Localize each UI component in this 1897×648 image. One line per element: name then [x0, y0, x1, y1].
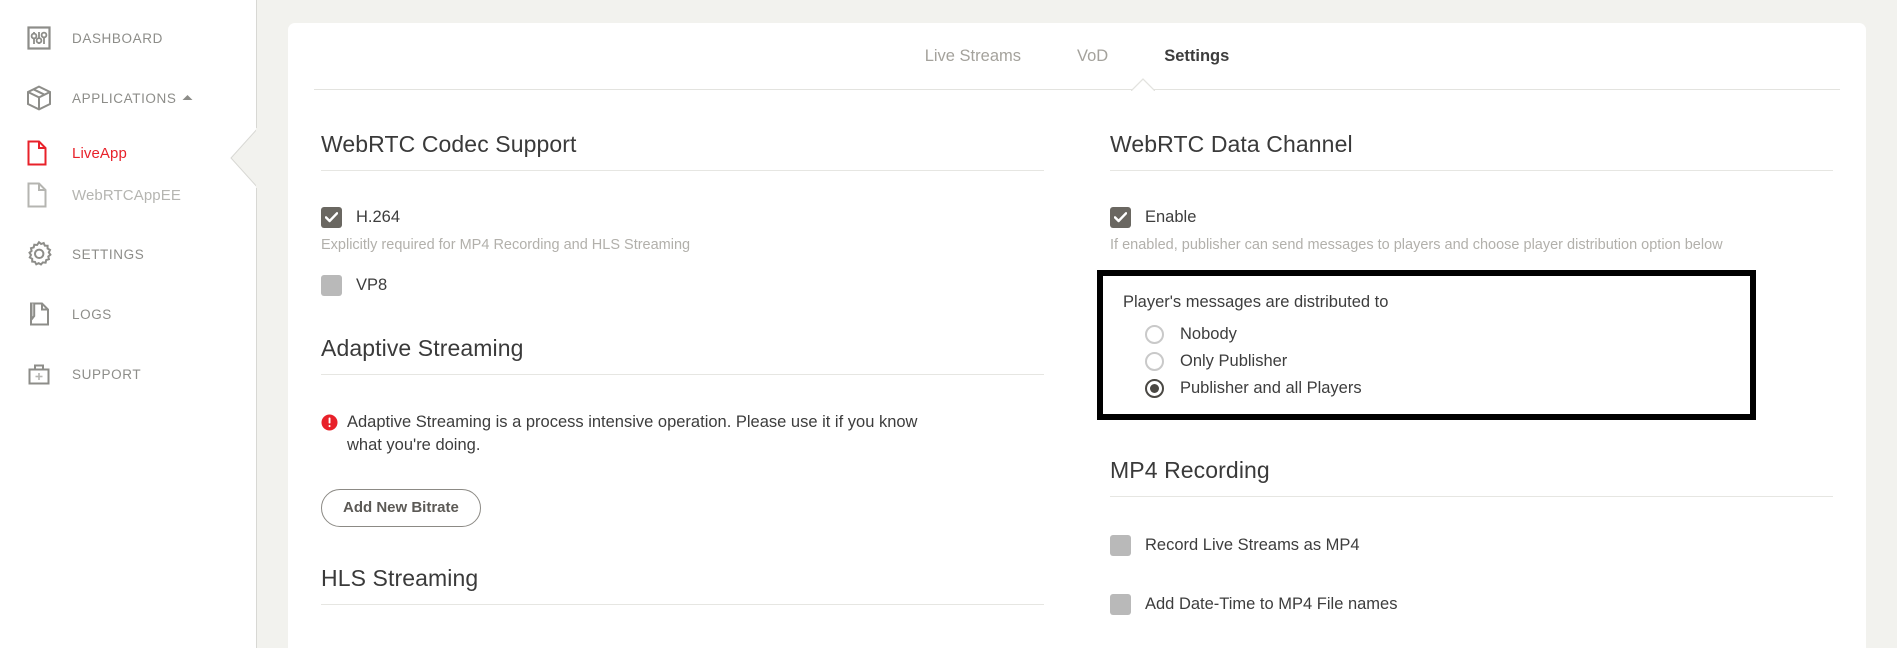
sliders-icon	[22, 21, 56, 55]
tab-settings[interactable]: Settings	[1162, 41, 1231, 72]
tab-bar: Live Streams VoD Settings	[288, 23, 1866, 89]
enable-data-channel-checkbox[interactable]	[1110, 207, 1131, 228]
log-file-icon	[22, 297, 56, 331]
sidebar-item-support[interactable]: SUPPORT	[0, 344, 256, 404]
sidebar-item-label: SUPPORT	[72, 366, 142, 382]
nobody-radio[interactable]	[1145, 325, 1164, 344]
left-column: WebRTC Codec Support H.264 Explicitly re…	[288, 90, 1077, 615]
sidebar-item-label: APPLICATIONS	[72, 90, 177, 106]
record-live-streams-label: Record Live Streams as MP4	[1145, 536, 1360, 554]
player-distribution-label: Player's messages are distributed to	[1123, 293, 1389, 311]
chevron-up-icon[interactable]	[181, 89, 194, 107]
sidebar-item-label: LiveApp	[72, 144, 127, 162]
add-datetime-label: Add Date-Time to MP4 File names	[1145, 595, 1398, 613]
sidebar-item-label: DASHBOARD	[72, 30, 163, 46]
section-title-hls-streaming: HLS Streaming	[321, 564, 479, 591]
add-new-bitrate-button[interactable]: Add New Bitrate	[321, 488, 481, 527]
checkbox-row-add-datetime[interactable]: Add Date-Time to MP4 File names	[1110, 594, 1833, 615]
sidebar-item-dashboard[interactable]: DASHBOARD	[0, 8, 256, 68]
only-publisher-radio[interactable]	[1145, 352, 1164, 371]
divider	[321, 374, 1044, 375]
publisher-and-all-players-label: Publisher and all Players	[1180, 379, 1362, 397]
error-circle-icon	[321, 414, 339, 457]
divider	[1110, 496, 1833, 497]
settings-columns: WebRTC Codec Support H.264 Explicitly re…	[288, 90, 1866, 615]
radio-row-only-publisher[interactable]: Only Publisher	[1145, 352, 1750, 371]
sidebar-item-liveapp[interactable]: LiveApp	[0, 132, 256, 174]
h264-hint: Explicitly required for MP4 Recording an…	[321, 237, 691, 253]
file-icon	[22, 182, 52, 208]
divider	[321, 603, 1044, 605]
adaptive-warning: Adaptive Streaming is a process intensiv…	[321, 411, 921, 457]
record-live-streams-checkbox[interactable]	[1110, 535, 1131, 556]
enable-data-channel-hint: If enabled, publisher can send messages …	[1110, 237, 1723, 253]
box-icon	[22, 81, 56, 115]
checkbox-row-enable[interactable]: Enable	[1110, 207, 1833, 228]
section-title-webrtc-data-channel: WebRTC Data Channel	[1110, 131, 1353, 157]
sidebar-item-logs[interactable]: LOGS	[0, 284, 256, 344]
sidebar-item-applications[interactable]: APPLICATIONS	[0, 68, 256, 128]
only-publisher-label: Only Publisher	[1180, 352, 1288, 370]
gear-icon	[22, 237, 56, 271]
app-root: DASHBOARD APPLICATIONS LiveApp WebRTCApp…	[0, 0, 1897, 648]
enable-data-channel-label: Enable	[1145, 208, 1197, 226]
content-card: Live Streams VoD Settings WebRTC Codec S…	[288, 23, 1866, 648]
file-icon	[22, 140, 52, 166]
radio-row-publisher-and-all-players[interactable]: Publisher and all Players	[1145, 379, 1750, 398]
tab-vod[interactable]: VoD	[1075, 41, 1110, 72]
right-column: WebRTC Data Channel Enable If enabled, p…	[1077, 90, 1866, 615]
publisher-and-all-players-radio[interactable]	[1145, 379, 1164, 398]
briefcase-plus-icon	[22, 357, 56, 391]
section-title-adaptive-streaming: Adaptive Streaming	[321, 335, 524, 361]
checkbox-row-vp8[interactable]: VP8	[321, 275, 1044, 296]
sidebar-item-webrtcappee[interactable]: WebRTCAppEE	[0, 174, 256, 216]
player-distribution-highlight-box: Player's messages are distributed to Nob…	[1097, 270, 1756, 420]
section-title-mp4-recording: MP4 Recording	[1110, 457, 1270, 483]
h264-label: H.264	[356, 208, 401, 226]
checkbox-row-record-live-streams[interactable]: Record Live Streams as MP4	[1110, 535, 1833, 556]
tab-live-streams[interactable]: Live Streams	[923, 41, 1023, 72]
sidebar-item-label: WebRTCAppEE	[72, 186, 181, 204]
vp8-label: VP8	[356, 276, 388, 294]
sidebar: DASHBOARD APPLICATIONS LiveApp WebRTCApp…	[0, 0, 257, 648]
nobody-label: Nobody	[1180, 325, 1237, 343]
sidebar-item-label: SETTINGS	[72, 246, 145, 262]
divider	[1110, 170, 1833, 171]
radio-row-nobody[interactable]: Nobody	[1145, 325, 1750, 344]
divider	[321, 170, 1044, 171]
vp8-checkbox[interactable]	[321, 275, 342, 296]
sidebar-item-settings[interactable]: SETTINGS	[0, 224, 256, 284]
adaptive-warning-text: Adaptive Streaming is a process intensiv…	[347, 413, 918, 454]
h264-checkbox[interactable]	[321, 207, 342, 228]
checkbox-row-h264[interactable]: H.264	[321, 207, 1044, 228]
add-datetime-checkbox[interactable]	[1110, 594, 1131, 615]
sidebar-item-label: LOGS	[72, 306, 112, 322]
section-title-webrtc-codec: WebRTC Codec Support	[321, 131, 577, 157]
